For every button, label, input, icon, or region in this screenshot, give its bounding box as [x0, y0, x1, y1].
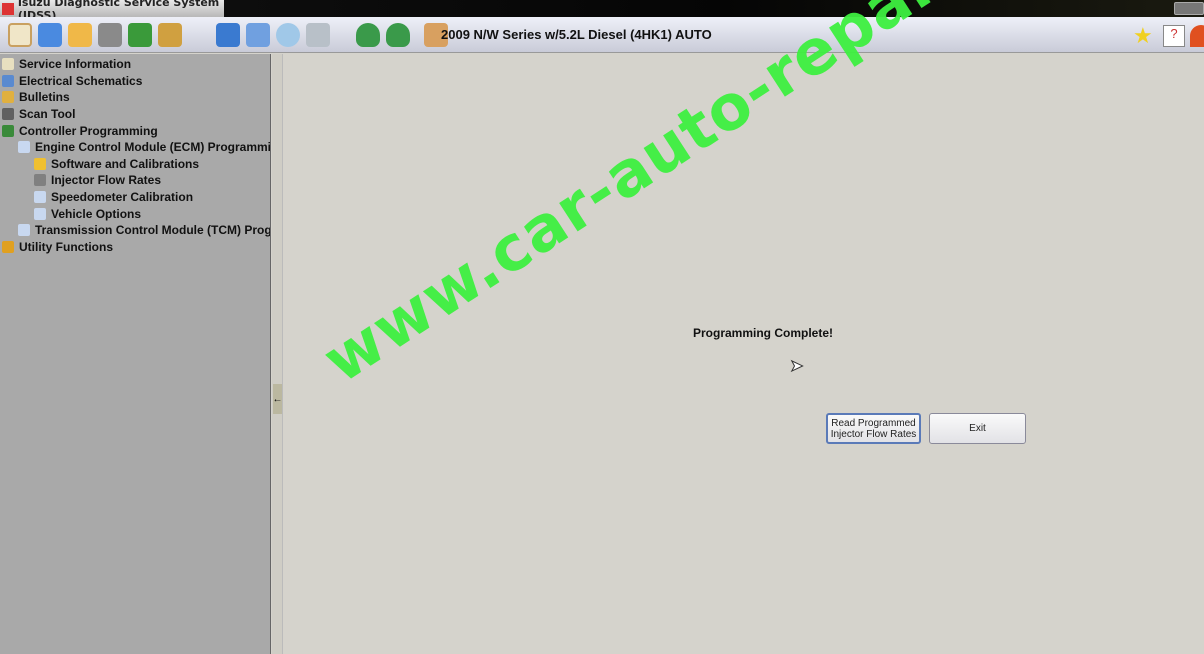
tree-item-icon	[2, 108, 14, 121]
green-light-icon	[386, 22, 410, 47]
navigation-tree: Service Information Electrical Schematics…	[0, 54, 271, 654]
help-icon[interactable]: ?	[1163, 25, 1185, 47]
tree-item-icon	[34, 191, 46, 204]
tree-item-icon	[2, 91, 14, 104]
utility-icon[interactable]	[158, 22, 182, 47]
tree-item-icon	[2, 240, 14, 253]
tree-item-label: Scan Tool	[19, 107, 76, 122]
tree-item-icon	[18, 141, 30, 154]
print-icon[interactable]	[306, 22, 330, 47]
monitor-icon[interactable]	[246, 22, 270, 47]
tree-item-icon	[34, 207, 46, 220]
window-title-tab: Isuzu Diagnostic Service System (IDSS)	[0, 0, 224, 22]
favorites-star-icon[interactable]: ★	[1133, 25, 1155, 47]
tree-item-label: Engine Control Module (ECM) Programming	[35, 140, 270, 155]
tree-item-label: Electrical Schematics	[19, 73, 143, 88]
tree-item[interactable]: Vehicle Options	[0, 205, 270, 222]
tree-item-icon	[34, 157, 46, 170]
tree-item-label: Vehicle Options	[51, 206, 142, 221]
minimize-button[interactable]	[1174, 2, 1204, 15]
tree-item[interactable]: Scan Tool	[0, 106, 270, 123]
tree-item-label: Speedometer Calibration	[51, 190, 194, 205]
tree-item[interactable]: Injector Flow Rates	[0, 172, 270, 189]
schematics-icon[interactable]	[38, 22, 62, 47]
tree-item-icon	[2, 124, 14, 137]
controller-programming-icon[interactable]	[128, 22, 152, 47]
tree-item[interactable]: Speedometer Calibration	[0, 189, 270, 206]
search-icon[interactable]	[276, 22, 300, 47]
service-info-icon[interactable]	[8, 22, 32, 47]
tree-item-label: Software and Calibrations	[51, 156, 200, 171]
tree-item-label: Service Information	[19, 57, 132, 72]
bulletins-icon[interactable]	[68, 22, 92, 47]
tree-item-label: Controller Programming	[19, 123, 158, 138]
read-injector-flow-rates-button[interactable]: Read Programmed Injector Flow Rates	[826, 413, 921, 444]
collapse-arrow-icon[interactable]: ←	[273, 384, 283, 414]
tree-item[interactable]: Electrical Schematics	[0, 73, 270, 90]
tree-item-icon	[18, 224, 30, 237]
scan-tool-icon[interactable]	[98, 22, 122, 47]
tree-item[interactable]: Transmission Control Module (TCM) Progra…	[0, 222, 270, 239]
tree-item[interactable]: Utility Functions	[0, 239, 270, 256]
tree-item-icon	[34, 174, 46, 187]
exit-button[interactable]: Exit	[929, 413, 1026, 444]
panel-splitter[interactable]: ←	[272, 54, 283, 654]
tree-item-label: Injector Flow Rates	[51, 173, 162, 188]
tree-item[interactable]: Bulletins	[0, 89, 270, 106]
vehicle-description: 2009 N/W Series w/5.2L Diesel (4HK1) AUT…	[441, 27, 712, 42]
tree-item-label: Bulletins	[19, 90, 70, 105]
tree-item[interactable]: Software and Calibrations	[0, 156, 270, 173]
tree-item[interactable]: Engine Control Module (ECM) Programming	[0, 139, 270, 156]
tree-item-label: Transmission Control Module (TCM) Progra…	[35, 223, 270, 238]
title-bar: Isuzu Diagnostic Service System (IDSS)	[0, 0, 1204, 22]
open-folder-icon[interactable]	[216, 22, 240, 47]
tree-item[interactable]: Controller Programming	[0, 122, 270, 139]
idss-logo-icon	[2, 2, 14, 15]
tree-item-icon	[2, 58, 14, 71]
home-icon[interactable]	[1190, 25, 1204, 47]
tree-item-label: Utility Functions	[19, 239, 113, 254]
mouse-cursor-icon: ➤	[789, 358, 804, 376]
green-light-icon	[356, 22, 380, 47]
status-message: Programming Complete!	[693, 326, 834, 340]
tree-item-icon	[2, 74, 14, 87]
tree-item[interactable]: Service Information	[0, 56, 270, 73]
